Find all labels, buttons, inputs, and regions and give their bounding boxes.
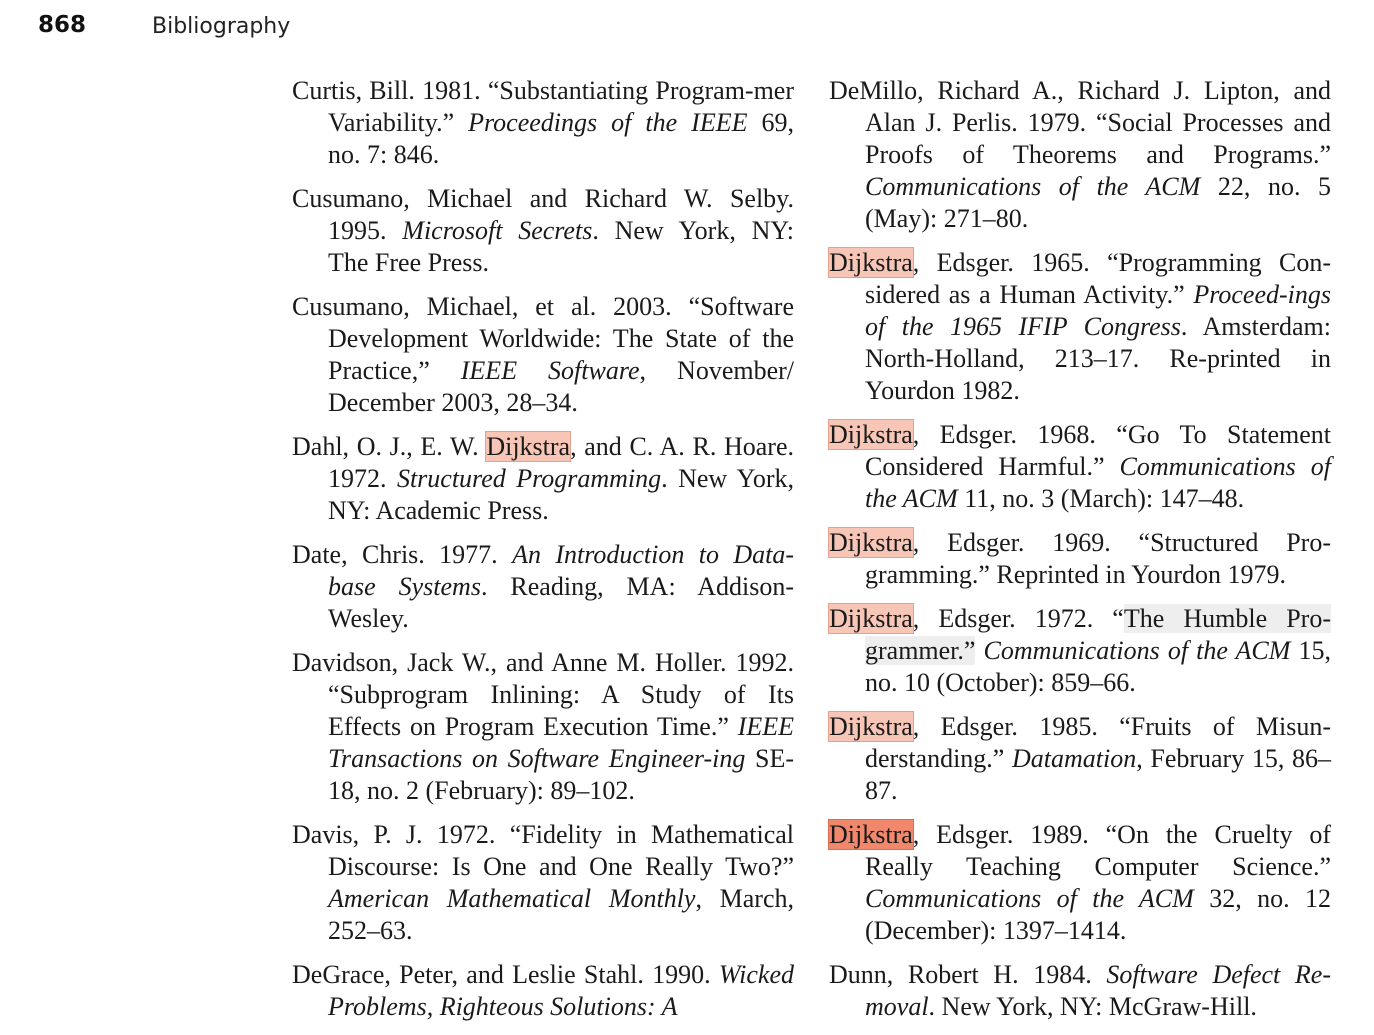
bibliography-entry: Dunn, Robert H. 1984. Software Defect Re… [829,959,1331,1023]
page-number: 868 [38,12,87,38]
bibliography-entry: Date, Chris. 1977. An Introduction to Da… [292,539,794,635]
bibliography-entry: Davis, P. J. 1972. “Fidelity in Mathemat… [292,819,794,947]
entry-text: Date, Chris. 1977. [292,540,513,569]
entry-title-italic: Proceedings of the IEEE [468,108,748,137]
search-highlight[interactable]: Dijkstra [828,419,914,450]
bibliography-entry: Dijkstra, Edsger. 1968. “Go To Statement… [828,419,1331,515]
entry-title-italic: Communications of the ACM [865,172,1201,201]
bibliography-entry: Curtis, Bill. 1981. “Substantiating Prog… [292,75,794,171]
bibliography-entry: Dijkstra, Edsger. 1969. “Structured Pro-… [828,527,1331,591]
bibliography-column-left: Curtis, Bill. 1981. “Substantiating Prog… [292,75,794,1035]
entry-title-italic: Communications of the ACM [983,636,1291,665]
entry-title-italic: American Mathematical Monthly [328,884,696,913]
entry-text: DeMillo, Richard A., Richard J. Lipton, … [829,76,1331,169]
search-highlight[interactable]: Dijkstra [828,603,914,634]
entry-title-italic: Datamation [1011,744,1137,773]
entry-text: DeGrace, Peter, and Leslie Stahl. 1990. [292,960,719,989]
entry-text: Davidson, Jack W., and Anne M. Holler. 1… [292,648,794,741]
bibliography-entry: DeGrace, Peter, and Leslie Stahl. 1990. … [292,959,794,1023]
entry-title-italic: Communications of the ACM [865,884,1194,913]
entry-text: Dunn, Robert H. 1984. [829,960,1107,989]
entry-text: , Edsger. 1969. “Structured Pro-gramming… [865,528,1331,589]
search-highlight[interactable]: Dijkstra [828,247,914,278]
entry-title-italic: Structured Programming [396,464,662,493]
bibliography-entry: Cusumano, Michael and Richard W. Selby. … [292,183,794,279]
entry-text: 11, no. 3 (March): 147–48. [957,484,1245,513]
entry-text: Davis, P. J. 1972. “Fidelity in Mathemat… [292,820,794,881]
entry-text: , Edsger. 1989. “On the Cruelty of Reall… [865,820,1331,881]
bibliography-entry: Dijkstra, Edsger. 1972. “The Humble Pro-… [828,603,1331,699]
bibliography-column-right: DeMillo, Richard A., Richard J. Lipton, … [828,75,1331,1035]
entry-title-italic: Microsoft Secrets [402,216,593,245]
entry-text: . New York, NY: McGraw-Hill. [928,992,1257,1021]
search-highlight[interactable]: Dijkstra [485,431,572,462]
entry-text: , Edsger. 1972. “ [912,604,1124,633]
search-highlight[interactable]: Dijkstra [828,711,914,742]
entry-text: Dahl, O. J., E. W. [292,432,487,461]
bibliography-entry: Dijkstra, Edsger. 1989. “On the Cruelty … [828,819,1331,947]
bibliography-entry: Dahl, O. J., E. W. Dijkstra, and C. A. R… [292,431,794,527]
running-head: Bibliography [152,14,291,39]
search-highlight[interactable]: Dijkstra [828,527,914,558]
bibliography-entry: Dijkstra, Edsger. 1985. “Fruits of Misun… [828,711,1331,807]
entry-title-italic: IEEE Software [460,356,640,385]
search-highlight-active[interactable]: Dijkstra [828,819,914,850]
entry-text [975,636,983,665]
bibliography-entry: DeMillo, Richard A., Richard J. Lipton, … [829,75,1331,235]
bibliography-entry: Davidson, Jack W., and Anne M. Holler. 1… [292,647,794,807]
bibliography-entry: Dijkstra, Edsger. 1965. “Programming Con… [828,247,1331,407]
bibliography-entry: Cusumano, Michael, et al. 2003. “Softwar… [292,291,794,419]
